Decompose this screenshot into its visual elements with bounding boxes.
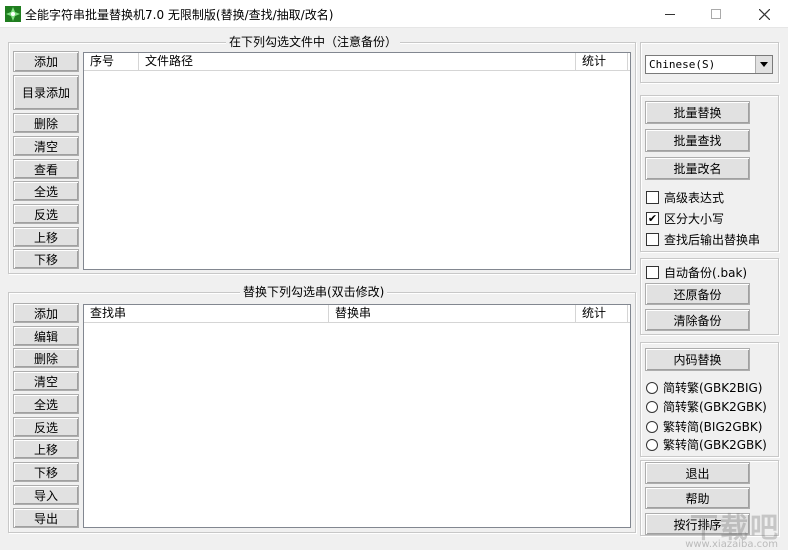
auto-backup-label: 自动备份(.bak) xyxy=(664,266,748,280)
clear-backup-button[interactable]: 清除备份 xyxy=(645,309,750,331)
file-delete-button[interactable]: 删除 xyxy=(13,113,79,133)
language-select[interactable]: Chinese(S) xyxy=(645,55,773,74)
radio-icon xyxy=(646,420,658,433)
minimize-button[interactable] xyxy=(647,0,693,28)
checkbox-box xyxy=(646,191,659,204)
radio-icon xyxy=(646,438,658,451)
column-header-find[interactable]: 查找串 xyxy=(84,305,329,323)
replace-group-title: 替换下列勾选串(双击修改) xyxy=(240,285,388,299)
encoding-option-label: 繁转简(GBK2GBK) xyxy=(663,438,767,452)
checkmark-icon: ✔ xyxy=(646,212,659,225)
encoding-option-2[interactable]: 简转繁(GBK2GBK) xyxy=(646,398,767,415)
radio-icon xyxy=(646,381,658,394)
encoding-option-label: 简转繁(GBK2GBK) xyxy=(663,400,767,414)
case-sensitive-checkbox[interactable]: ✔ 区分大小写 xyxy=(646,210,724,227)
regex-checkbox[interactable]: 高级表达式 xyxy=(646,189,724,206)
close-button[interactable] xyxy=(741,0,787,28)
file-add-folder-button[interactable]: 目录添加 xyxy=(13,75,79,110)
column-header-count[interactable]: 统计 xyxy=(576,53,628,71)
encoding-replace-button[interactable]: 内码替换 xyxy=(645,348,750,371)
files-group-title: 在下列勾选文件中（注意备份） xyxy=(226,35,401,49)
file-invert-button[interactable]: 反选 xyxy=(13,204,79,224)
string-invert-button[interactable]: 反选 xyxy=(13,417,79,437)
string-clear-button[interactable]: 清空 xyxy=(13,371,79,391)
string-edit-button[interactable]: 编辑 xyxy=(13,326,79,346)
batch-replace-button[interactable]: 批量替换 xyxy=(645,101,750,124)
restore-backup-button[interactable]: 还原备份 xyxy=(645,283,750,305)
minimize-icon xyxy=(665,13,675,15)
file-move-up-button[interactable]: 上移 xyxy=(13,227,79,247)
chevron-down-icon[interactable] xyxy=(755,56,772,73)
output-replace-checkbox[interactable]: 查找后输出替换串 xyxy=(646,231,760,248)
encoding-option-1[interactable]: 简转繁(GBK2BIG) xyxy=(646,379,762,396)
column-header-string-count[interactable]: 统计 xyxy=(576,305,628,323)
maximize-icon xyxy=(711,9,721,19)
file-list-header: 序号 文件路径 统计 xyxy=(84,53,630,71)
string-import-button[interactable]: 导入 xyxy=(13,485,79,505)
column-header-replace[interactable]: 替换串 xyxy=(329,305,576,323)
file-add-button[interactable]: 添加 xyxy=(13,51,79,72)
batch-rename-button[interactable]: 批量改名 xyxy=(645,157,750,180)
string-delete-button[interactable]: 删除 xyxy=(13,348,79,368)
regex-label: 高级表达式 xyxy=(664,191,725,205)
checkbox-box xyxy=(646,266,659,279)
encoding-option-4[interactable]: 繁转简(GBK2GBK) xyxy=(646,436,767,453)
string-select-all-button[interactable]: 全选 xyxy=(13,394,79,414)
column-header-path[interactable]: 文件路径 xyxy=(139,53,576,71)
language-select-value: Chinese(S) xyxy=(649,58,716,71)
column-header-index[interactable]: 序号 xyxy=(84,53,139,71)
app-icon xyxy=(5,6,21,22)
string-export-button[interactable]: 导出 xyxy=(13,508,79,528)
string-list[interactable]: 查找串 替换串 统计 xyxy=(83,304,631,528)
string-add-button[interactable]: 添加 xyxy=(13,303,79,323)
string-move-up-button[interactable]: 上移 xyxy=(13,439,79,459)
auto-backup-checkbox[interactable]: 自动备份(.bak) xyxy=(646,264,747,281)
file-view-button[interactable]: 查看 xyxy=(13,159,79,179)
checkbox-box xyxy=(646,233,659,246)
encoding-option-label: 简转繁(GBK2BIG) xyxy=(663,381,763,395)
exit-button[interactable]: 退出 xyxy=(645,462,750,484)
string-move-down-button[interactable]: 下移 xyxy=(13,462,79,482)
file-clear-button[interactable]: 清空 xyxy=(13,136,79,156)
window-title: 全能字符串批量替换机7.0 无限制版(替换/查找/抽取/改名) xyxy=(25,8,334,22)
output-replace-label: 查找后输出替换串 xyxy=(664,233,761,247)
string-list-header: 查找串 替换串 统计 xyxy=(84,305,630,323)
file-move-down-button[interactable]: 下移 xyxy=(13,249,79,269)
file-select-all-button[interactable]: 全选 xyxy=(13,181,79,201)
radio-icon xyxy=(646,400,658,413)
case-sensitive-label: 区分大小写 xyxy=(664,212,725,226)
maximize-button[interactable] xyxy=(693,0,739,28)
close-icon xyxy=(758,8,770,20)
encoding-option-label: 繁转简(BIG2GBK) xyxy=(663,420,763,434)
encoding-option-3[interactable]: 繁转简(BIG2GBK) xyxy=(646,418,762,435)
file-list[interactable]: 序号 文件路径 统计 xyxy=(83,52,631,270)
watermark-url: www.xiazaiba.com xyxy=(685,539,778,550)
batch-find-button[interactable]: 批量查找 xyxy=(645,129,750,152)
